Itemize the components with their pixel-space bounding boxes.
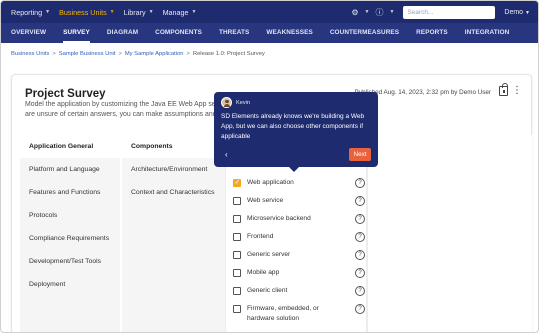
breadcrumb-separator: > <box>52 51 56 57</box>
option-web-application[interactable]: Web application ? <box>233 178 365 188</box>
project-tabs: OVERVIEW SURVEY DIAGRAM COMPONENTS THREA… <box>1 23 538 43</box>
nav-business-units-label: Business Units <box>59 7 107 17</box>
section-list: Application General Platform and Languag… <box>20 135 120 332</box>
help-icon[interactable]: ? <box>355 268 365 278</box>
section-deployment[interactable]: Deployment <box>20 273 120 296</box>
chevron-down-icon: ▼ <box>525 9 530 16</box>
chevron-down-icon: ▼ <box>148 9 154 15</box>
breadcrumb-application[interactable]: My Sample Application <box>125 51 184 57</box>
back-arrow-icon[interactable]: ‹ <box>225 150 228 159</box>
option-frontend[interactable]: Frontend ? <box>233 232 365 242</box>
help-icon[interactable]: ? <box>355 286 365 296</box>
checkbox[interactable] <box>233 233 241 241</box>
help-icon[interactable]: ? <box>355 250 365 260</box>
detail-area <box>367 135 532 332</box>
checkbox[interactable] <box>233 305 241 313</box>
next-button[interactable]: Next <box>349 148 371 161</box>
nav-library[interactable]: Library ▼ <box>124 8 154 17</box>
help-icon[interactable]: ? <box>355 232 365 242</box>
help-icon[interactable]: ⓘ <box>375 7 383 18</box>
option-label: Generic server <box>247 251 291 258</box>
breadcrumb-separator: > <box>186 51 190 57</box>
help-icon[interactable]: ? <box>355 178 365 188</box>
subsection-architecture[interactable]: Architecture/Environment <box>122 158 225 181</box>
checkbox[interactable] <box>233 197 241 205</box>
top-navigation: Reporting ▼ Business Units ▼ Library ▼ Mana… <box>1 1 538 23</box>
checkbox[interactable] <box>233 215 241 223</box>
option-label: Microservice backend <box>247 215 311 222</box>
nav-manage[interactable]: Manage ▼ <box>163 8 197 17</box>
nav-library-label: Library <box>123 7 146 17</box>
more-options-icon[interactable]: ⋮ <box>512 86 522 96</box>
unlock-icon[interactable] <box>499 83 508 96</box>
breadcrumb-business-unit[interactable]: Sample Business Unit <box>59 51 116 57</box>
option-label: Generic client <box>247 287 288 294</box>
tab-survey[interactable]: SURVEY <box>63 23 90 43</box>
option-firmware[interactable]: Firmware, embedded, or hardware solution… <box>233 304 365 324</box>
guide-name: Kevin <box>236 100 250 106</box>
section-platform-language[interactable]: Platform and Language <box>20 158 120 181</box>
help-icon[interactable]: ? <box>355 304 365 314</box>
tab-countermeasures[interactable]: COUNTERMEASURES <box>330 23 399 43</box>
gear-icon[interactable]: ⚙ <box>351 8 358 17</box>
option-mobile-app[interactable]: Mobile app ? <box>233 268 365 278</box>
search-input[interactable]: Search... <box>403 5 496 19</box>
chevron-down-icon[interactable]: ▼ <box>389 9 394 15</box>
breadcrumb-business-units[interactable]: Business Units <box>11 51 49 57</box>
nav-business-units[interactable]: Business Units ▼ <box>59 8 115 17</box>
checkbox[interactable] <box>233 251 241 259</box>
option-generic-client[interactable]: Generic client ? <box>233 286 365 296</box>
subsection-components[interactable]: Components <box>122 135 225 158</box>
section-dev-test-tools[interactable]: Development/Test Tools <box>20 250 120 273</box>
option-generic-server[interactable]: Generic server ? <box>233 250 365 260</box>
avatar <box>221 97 232 108</box>
breadcrumb: Business Units > Sample Business Unit > My S… <box>11 51 265 57</box>
option-web-service[interactable]: Web service ? <box>233 196 365 206</box>
breadcrumb-current: Release 1.0: Project Survey <box>192 51 265 57</box>
user-name: Demo <box>504 8 524 16</box>
tab-threats[interactable]: THREATS <box>219 23 249 43</box>
nav-reporting-label: Reporting <box>11 7 43 17</box>
option-label: Web service <box>247 197 284 204</box>
tab-overview[interactable]: OVERVIEW <box>11 23 46 43</box>
tab-weaknesses[interactable]: WEAKNESSES <box>266 23 312 43</box>
tab-diagram[interactable]: DIAGRAM <box>107 23 138 43</box>
chevron-down-icon: ▼ <box>191 9 197 15</box>
topnav-right: ⚙ ▼ ⓘ ▼ Search... Demo ▼ <box>351 1 530 23</box>
tab-integration[interactable]: INTEGRATION <box>465 23 510 43</box>
option-microservice-backend[interactable]: Microservice backend ? <box>233 214 365 224</box>
chevron-down-icon: ▼ <box>109 9 115 15</box>
help-icon[interactable]: ? <box>355 214 365 224</box>
guide-tooltip: Kevin SD Elements already knows we're bu… <box>214 92 378 172</box>
guide-message: SD Elements already knows we're building… <box>221 113 365 140</box>
help-icon[interactable]: ? <box>355 196 365 206</box>
checkbox-checked[interactable] <box>233 178 241 187</box>
subsection-list: Components Architecture/Environment Cont… <box>122 135 225 332</box>
user-menu[interactable]: Demo ▼ <box>504 9 530 16</box>
nav-manage-label: Manage <box>162 7 189 17</box>
section-protocols[interactable]: Protocols <box>20 204 120 227</box>
option-label: Frontend <box>247 233 274 240</box>
option-label: Web application <box>247 179 294 186</box>
checkbox[interactable] <box>233 287 241 295</box>
tab-components[interactable]: COMPONENTS <box>155 23 202 43</box>
tooltip-pointer <box>289 167 299 172</box>
section-compliance[interactable]: Compliance Requirements <box>20 227 120 250</box>
section-features-functions[interactable]: Features and Functions <box>20 181 120 204</box>
page-title: Project Survey <box>25 88 106 100</box>
chevron-down-icon: ▼ <box>45 9 51 15</box>
section-application-general[interactable]: Application General <box>20 135 120 158</box>
chevron-down-icon[interactable]: ▼ <box>365 9 370 15</box>
subsection-context[interactable]: Context and Characteristics <box>122 181 225 204</box>
checkbox[interactable] <box>233 269 241 277</box>
tab-reports[interactable]: REPORTS <box>416 23 448 43</box>
nav-reporting[interactable]: Reporting ▼ <box>11 8 50 17</box>
option-label: Firmware, embedded, or hardware solution <box>247 305 319 322</box>
option-label: Mobile app <box>247 269 280 276</box>
breadcrumb-separator: > <box>118 51 122 57</box>
app-frame: Reporting ▼ Business Units ▼ Library ▼ Mana… <box>0 0 539 333</box>
